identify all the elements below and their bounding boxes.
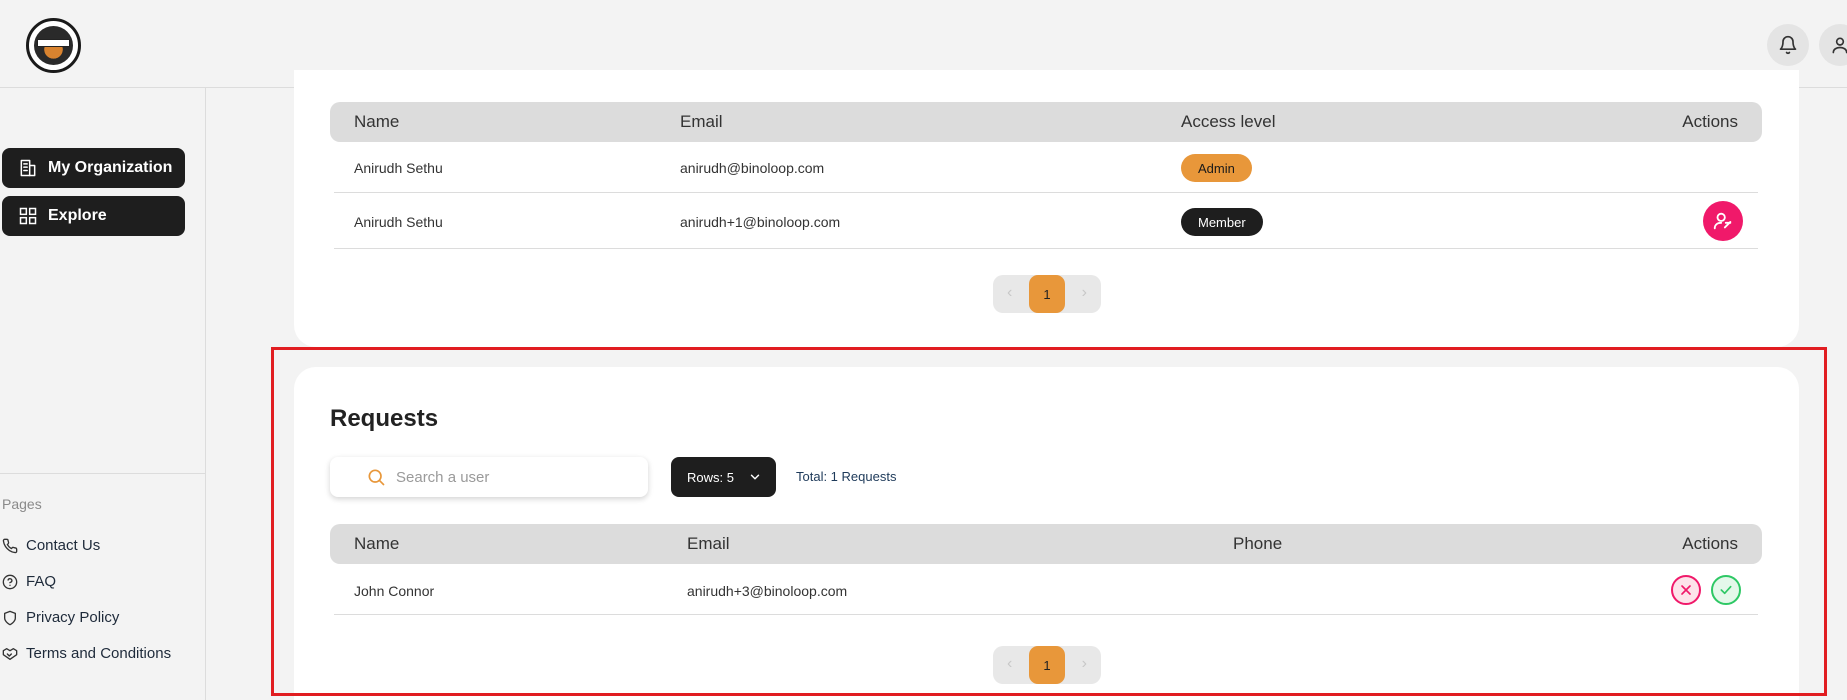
requests-table-header: Name Email Phone Actions — [330, 524, 1762, 564]
page-number-button[interactable]: 1 — [1029, 646, 1065, 684]
search-input[interactable] — [396, 468, 636, 486]
requests-title: Requests — [330, 405, 439, 432]
access-badge-member: Member — [1181, 208, 1263, 236]
col-actions: Actions — [1682, 534, 1738, 553]
table-row: John Connor anirudh+3@binoloop.com — [334, 564, 1758, 615]
total-count: Total: 1 Requests — [796, 469, 897, 484]
col-name: Name — [354, 534, 400, 553]
nav-my-organization[interactable]: My Organization — [2, 148, 185, 188]
nav-label: My Organization — [48, 159, 173, 176]
col-phone: Phone — [1233, 534, 1283, 553]
user-remove-icon — [1713, 212, 1732, 230]
rows-per-page-select[interactable]: Rows: 5 — [671, 457, 776, 497]
nav-label: Explore — [48, 207, 107, 224]
chevron-down-icon — [750, 474, 760, 480]
col-email: Email — [680, 112, 723, 131]
close-icon — [1681, 585, 1691, 595]
pages-heading: Pages — [2, 496, 42, 512]
search-icon — [368, 469, 385, 486]
logo[interactable] — [26, 18, 81, 73]
grid-icon — [19, 207, 37, 225]
page-link-label: FAQ — [26, 573, 57, 590]
requests-card: Requests Rows: 5 Total: 1 Requests Name … — [294, 367, 1799, 700]
user-icon — [1832, 37, 1847, 54]
page-link-label: Privacy Policy — [26, 609, 120, 626]
profile-button[interactable] — [1819, 24, 1847, 66]
link-faq[interactable]: FAQ — [2, 573, 56, 590]
prev-page-button[interactable]: ‹ — [1007, 284, 1012, 302]
col-access-level: Access level — [1181, 112, 1276, 131]
logo-banner — [37, 39, 70, 47]
reject-request-button[interactable] — [1671, 575, 1701, 605]
rows-select-label: Rows: 5 — [687, 469, 734, 485]
member-email: anirudh@binoloop.com — [680, 160, 825, 176]
table-row: Anirudh Sethu anirudh+1@binoloop.com Mem… — [334, 193, 1758, 249]
prev-page-button[interactable]: ‹ — [1007, 655, 1012, 673]
nav-explore[interactable]: Explore — [2, 196, 185, 236]
question-icon — [2, 574, 18, 589]
next-page-button[interactable]: › — [1082, 655, 1087, 673]
handshake-icon — [2, 647, 18, 660]
sidebar-divider — [0, 473, 205, 474]
member-email: anirudh+1@binoloop.com — [680, 214, 841, 230]
page-link-label: Contact Us — [26, 537, 101, 554]
bell-icon — [1779, 35, 1797, 55]
search-box[interactable] — [330, 457, 648, 497]
notifications-button[interactable] — [1767, 24, 1809, 66]
remove-member-button[interactable] — [1703, 201, 1743, 241]
requests-pagination: ‹ 1 › — [993, 646, 1101, 684]
building-icon — [20, 159, 36, 177]
col-actions: Actions — [1682, 112, 1738, 131]
request-email: anirudh+3@binoloop.com — [687, 583, 848, 599]
access-badge-admin: Admin — [1181, 154, 1252, 182]
page-link-label: Terms and Conditions — [26, 645, 172, 662]
col-email: Email — [687, 534, 730, 553]
accept-request-button[interactable] — [1711, 575, 1741, 605]
sidebar: My Organization Explore Pages Contact Us… — [0, 88, 206, 700]
link-privacy-policy[interactable]: Privacy Policy — [2, 609, 119, 626]
members-pagination: ‹ 1 › — [993, 275, 1101, 313]
phone-icon — [2, 538, 18, 553]
shield-icon — [3, 610, 16, 625]
member-name: Anirudh Sethu — [354, 214, 443, 230]
request-name: John Connor — [354, 583, 435, 599]
table-row: Anirudh Sethu anirudh@binoloop.com Admin — [334, 142, 1758, 193]
link-terms-and-conditions[interactable]: Terms and Conditions — [2, 645, 171, 662]
link-contact-us[interactable]: Contact Us — [2, 537, 100, 554]
members-table-header: Name Email Access level Actions — [330, 102, 1762, 142]
member-name: Anirudh Sethu — [354, 160, 443, 176]
check-icon — [1720, 585, 1732, 595]
next-page-button[interactable]: › — [1082, 284, 1087, 302]
col-name: Name — [354, 112, 400, 131]
members-card: Name Email Access level Actions Anirudh … — [294, 70, 1799, 347]
page-number-button[interactable]: 1 — [1029, 275, 1065, 313]
